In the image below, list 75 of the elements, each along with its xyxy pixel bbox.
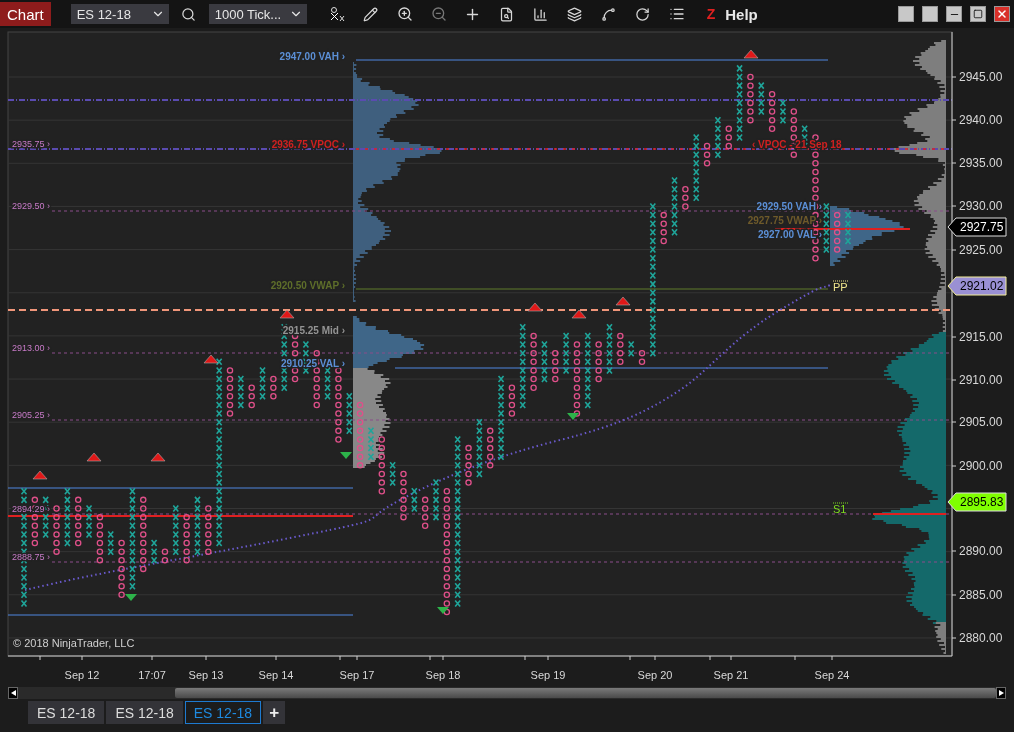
right-arrow-icon [998, 689, 1004, 696]
price-axis-label: 2935.00 [959, 156, 1003, 170]
maximize-button[interactable] [970, 6, 986, 22]
price-tag-label: 2921.02 [960, 279, 1004, 293]
date-axis-label: Sep 21 [713, 669, 749, 681]
down-triangle-icon [340, 452, 352, 459]
chart-tab[interactable]: ES 12-18 [184, 701, 262, 724]
profile-label: 2947.00 VAH › [279, 51, 345, 62]
maximize-icon [973, 9, 983, 19]
chart-tab[interactable]: ES 12-18 [28, 701, 105, 724]
price-axis-label: 2940.00 [959, 113, 1003, 127]
up-triangle-icon [32, 470, 48, 480]
price-level-label: 2935.75 › [12, 139, 51, 149]
price-axis-label: 2900.00 [959, 459, 1003, 473]
up-triangle-icon [279, 309, 295, 319]
close-icon [996, 8, 1008, 20]
chart-tab[interactable]: ES 12-18 [106, 701, 183, 724]
date-axis-label: Sep 13 [188, 669, 224, 681]
price-axis-label: 2890.00 [959, 544, 1003, 558]
price-axis-label: 2930.00 [959, 199, 1003, 213]
price-axis-label: 2945.00 [959, 70, 1003, 84]
price-level-label: 2905.25 › [12, 410, 51, 420]
pivot-marker-line [832, 280, 849, 282]
price-level-label: 2913.00 › [12, 343, 51, 353]
pivot-marker-line [832, 502, 849, 504]
down-triangle-icon [567, 413, 579, 420]
price-axis-label: 2910.00 [959, 373, 1003, 387]
left-arrow-icon [10, 689, 16, 696]
price-axis-label: 2915.00 [959, 330, 1003, 344]
profile-label: 2927.75 VWAP › [747, 215, 822, 226]
date-axis-label: Sep 24 [814, 669, 850, 681]
date-axis-label: Sep 20 [637, 669, 673, 681]
up-triangle-icon [743, 49, 759, 59]
scroll-right-button[interactable] [996, 686, 1006, 699]
date-axis-label: Sep 17 [339, 669, 375, 681]
down-triangle-icon [125, 594, 137, 601]
date-axis-label: Sep 12 [64, 669, 100, 681]
up-triangle-icon [615, 296, 631, 306]
add-tab-button[interactable]: + [263, 701, 286, 724]
price-tag-label: 2927.75 [960, 220, 1004, 234]
pivot-label: PP [833, 281, 848, 293]
price-axis-label: 2925.00 [959, 243, 1003, 257]
profile-label: 2910.25 VAL › [280, 358, 345, 369]
instrument-dropdown[interactable]: ES 12-18 [70, 4, 169, 24]
price-tag-label: 2895.83 [960, 495, 1004, 509]
price-axis-label: 2880.00 [959, 631, 1003, 645]
profile-label: 2920.50 VWAP › [270, 280, 345, 291]
pivot-label: S1 [833, 503, 847, 515]
date-axis-label: Sep 19 [530, 669, 566, 681]
copyright-text: © 2018 NinjaTrader, LLC [13, 637, 135, 649]
price-axis-label: 2905.00 [959, 415, 1003, 429]
price-level-label: 2888.75 › [12, 552, 51, 562]
date-axis-label: Sep 14 [258, 669, 294, 681]
up-triangle-icon [150, 452, 166, 462]
up-triangle-icon [571, 309, 587, 319]
up-triangle-icon [527, 302, 543, 312]
help-button[interactable]: Help [721, 5, 762, 23]
profile-label: ‹ VPOC - 21 Sep 18 [752, 139, 842, 150]
close-button[interactable] [994, 6, 1010, 22]
up-triangle-icon [203, 354, 219, 364]
up-triangle-icon [86, 452, 102, 462]
date-axis-label: Sep 18 [425, 669, 461, 681]
date-axis-label: 17:07 [138, 669, 166, 681]
minimize-button[interactable] [946, 6, 962, 22]
profile-label: 2927.00 VAL › [757, 229, 822, 240]
window-title: Chart [0, 2, 51, 26]
scroll-left-button[interactable] [8, 686, 18, 699]
down-triangle-icon [437, 607, 449, 614]
price-level-label: 2929.50 › [12, 201, 51, 211]
interval-dropdown[interactable]: 1000 Tick... [208, 4, 307, 24]
scrollbar-thumb[interactable] [175, 687, 996, 698]
profile-label: 2936.75 VPOC › [271, 139, 345, 150]
z-label: Z [706, 6, 716, 22]
price-axis-label: 2885.00 [959, 588, 1003, 602]
profile-label: 2915.25 Mid › [282, 325, 345, 336]
